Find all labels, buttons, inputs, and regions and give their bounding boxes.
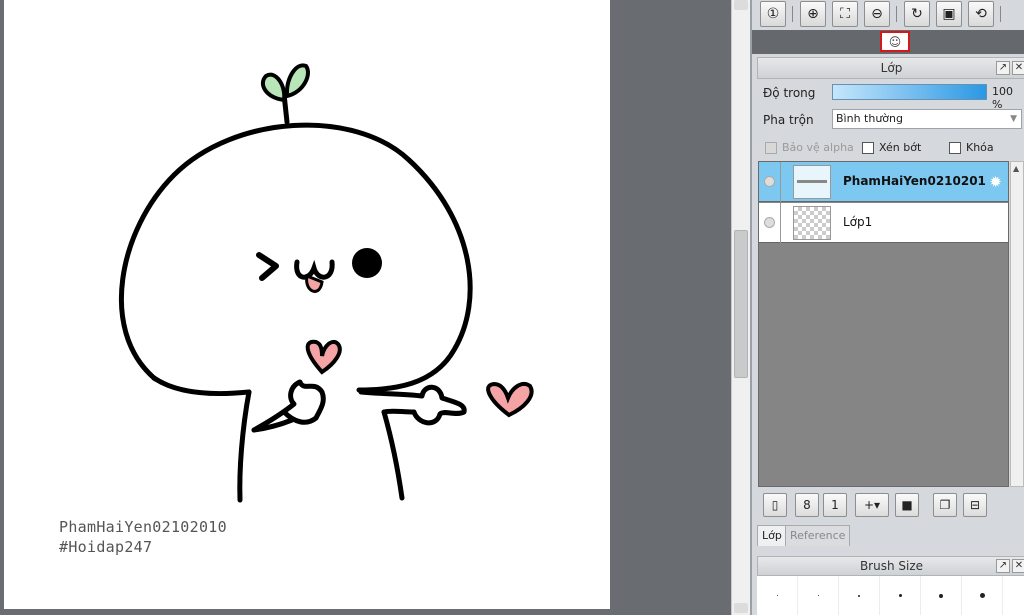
layer-panel-title: Lớp <box>880 61 903 75</box>
protect-alpha-checkbox[interactable] <box>765 141 777 154</box>
lock-checkbox[interactable] <box>949 141 961 154</box>
toolbar-separator <box>792 6 793 22</box>
toolbar-separator <box>896 6 897 22</box>
drawing-canvas[interactable]: PhamHaiYen02102010 #Hoidap247 <box>4 0 610 609</box>
blend-label: Pha trộn <box>763 113 814 127</box>
brush-size-option[interactable] <box>880 576 921 615</box>
protect-alpha-label: Bảo vệ alpha <box>782 141 854 154</box>
scroll-thumb[interactable] <box>734 230 748 378</box>
clipping-option[interactable]: Xén bớt <box>862 141 921 154</box>
protect-alpha-option[interactable]: Bảo vệ alpha <box>765 141 854 154</box>
layer-panel: Lớp ↗ ✕ Độ trong 100 % Pha trộn Bình thư… <box>757 57 1024 550</box>
popout-icon[interactable]: ↗ <box>996 61 1010 75</box>
visibility-icon[interactable] <box>764 217 775 228</box>
brush-panel-header: Brush Size ↗ ✕ <box>757 556 1024 576</box>
new-8bit-layer-icon[interactable]: 8 <box>795 493 819 517</box>
layer-panel-header: Lớp ↗ ✕ <box>757 57 1024 79</box>
layer-thumbnail <box>793 206 831 240</box>
caption-username: PhamHaiYen02102010 <box>59 518 227 536</box>
clipping-label: Xén bớt <box>879 141 922 154</box>
scroll-down-arrow[interactable] <box>734 603 748 613</box>
chevron-down-icon: ▼ <box>1010 114 1017 124</box>
brush-size-panel: Brush Size ↗ ✕ <box>757 556 1024 615</box>
canvas-area[interactable]: PhamHaiYen02102010 #Hoidap247 <box>0 0 750 615</box>
tab-layers[interactable]: Lớp <box>757 525 787 546</box>
brush-size-option[interactable] <box>757 576 798 615</box>
layer-name: Lớp1 <box>843 215 873 229</box>
gear-icon[interactable]: ✹ <box>989 173 1002 191</box>
caption-hashtag: #Hoidap247 <box>59 538 153 556</box>
opacity-label: Độ trong <box>763 86 816 100</box>
zoom-out-icon[interactable]: ⊖ <box>864 1 890 27</box>
layers-scrollbar[interactable]: ▲ <box>1010 161 1024 487</box>
merge-layer-icon[interactable]: ⊟ <box>963 493 987 517</box>
brush-size-option[interactable] <box>962 576 1003 615</box>
fullscreen-icon[interactable]: ▣ <box>936 1 962 27</box>
rotate-icon[interactable]: ↻ <box>904 1 930 27</box>
toolbar-separator <box>1000 6 1001 22</box>
visibility-icon[interactable] <box>764 176 775 187</box>
brush-size-option[interactable] <box>798 576 839 615</box>
duplicate-layer-icon[interactable]: ❐ <box>933 493 957 517</box>
flip-icon[interactable]: ⟲ <box>968 1 994 27</box>
zoom-actual-icon[interactable]: ① <box>760 1 786 27</box>
scroll-up-arrow[interactable] <box>734 0 748 10</box>
brush-size-option[interactable] <box>921 576 962 615</box>
zoom-in-icon[interactable]: ⊕ <box>800 1 826 27</box>
preview-thumbnail[interactable]: ☺ <box>880 31 910 52</box>
layer-divider <box>780 162 781 202</box>
opacity-value: 100 % <box>992 85 1013 111</box>
brush-size-option[interactable] <box>839 576 880 615</box>
brush-panel-title: Brush Size <box>859 559 924 573</box>
layer-row[interactable]: PhamHaiYen0210201 ✹ <box>759 162 1008 202</box>
layer-divider <box>780 203 781 243</box>
scroll-up-arrow[interactable]: ▲ <box>1013 164 1019 173</box>
tab-reference[interactable]: Reference <box>785 525 851 546</box>
blend-mode-value: Bình thường <box>836 112 903 125</box>
new-layer-icon[interactable]: ▯ <box>763 493 787 517</box>
layer-row[interactable]: Lớp1 <box>759 203 1008 243</box>
lock-option[interactable]: Khóa <box>949 141 994 154</box>
close-icon[interactable]: ✕ <box>1012 559 1024 573</box>
canvas-vertical-scrollbar[interactable] <box>731 0 750 615</box>
close-icon[interactable]: ✕ <box>1012 61 1024 75</box>
layer-thumbnail <box>793 165 831 199</box>
navigator-toolbar: ① ⊕ ⛶ ⊖ ↻ ▣ ⟲ <box>752 0 1024 30</box>
layer-tools: ▯ 8 1 +▾ ■ ❐ ⊟ <box>757 491 1024 521</box>
right-panel: ① ⊕ ⛶ ⊖ ↻ ▣ ⟲ ☺ Lớp ↗ ✕ Độ trong 100 % P… <box>750 0 1024 615</box>
fit-window-icon[interactable]: ⛶ <box>832 1 858 27</box>
new-1bit-layer-icon[interactable]: 1 <box>823 493 847 517</box>
lock-label: Khóa <box>966 141 994 154</box>
brush-size-grid <box>757 576 1024 615</box>
folder-icon[interactable]: ■ <box>895 493 919 517</box>
add-layer-menu-icon[interactable]: +▾ <box>855 493 889 517</box>
blend-mode-select[interactable]: Bình thường ▼ <box>832 109 1022 129</box>
clipping-checkbox[interactable] <box>862 141 874 154</box>
opacity-slider[interactable] <box>832 84 987 100</box>
navigator-preview[interactable]: ☺ <box>752 30 1024 54</box>
popout-icon[interactable]: ↗ <box>996 559 1010 573</box>
layer-name: PhamHaiYen0210201 <box>843 174 986 188</box>
layers-list[interactable]: PhamHaiYen0210201 ✹ Lớp1 <box>758 161 1009 487</box>
